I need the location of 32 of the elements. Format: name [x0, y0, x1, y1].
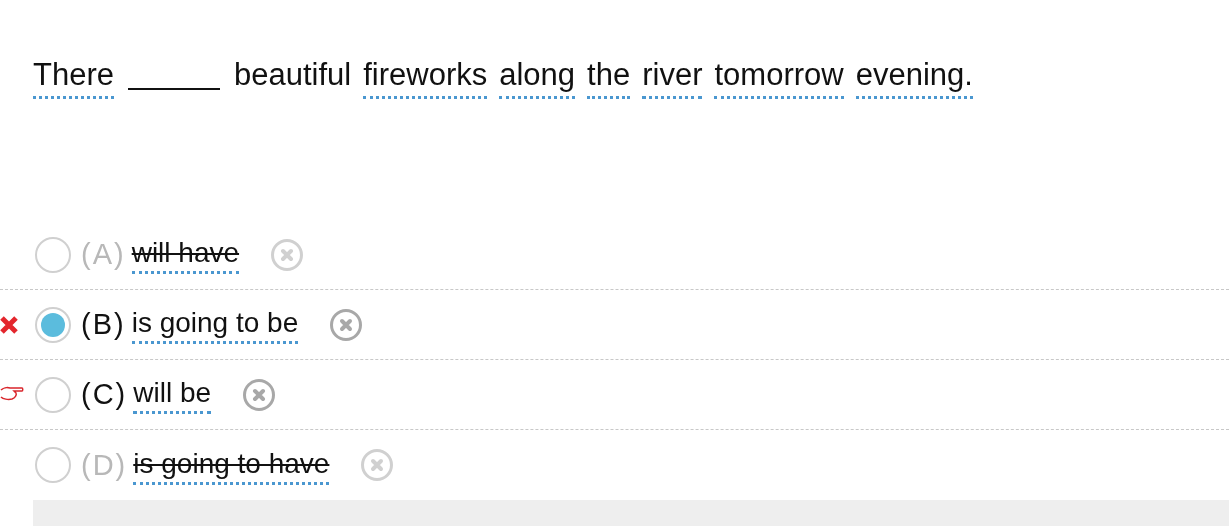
option-text[interactable]: will have	[131, 235, 240, 274]
option-row[interactable]: (D) is going to have	[0, 430, 1229, 500]
sentence-word[interactable]: tomorrow	[714, 56, 844, 99]
radio-button[interactable]	[35, 447, 71, 483]
option-letter: (B)	[81, 308, 126, 341]
radio-button[interactable]	[35, 306, 71, 343]
option-row[interactable]: (B) is going to be	[0, 290, 1229, 360]
radio-button[interactable]	[35, 376, 71, 413]
option-text[interactable]: is going to be	[131, 305, 299, 344]
eliminate-button[interactable]	[243, 378, 276, 411]
close-icon	[280, 247, 295, 262]
option-letter: (A)	[81, 238, 126, 271]
option-text[interactable]: is going to have	[133, 445, 330, 485]
eliminate-button[interactable]	[361, 449, 394, 481]
sentence-word[interactable]: along	[499, 56, 576, 99]
eliminate-button[interactable]	[271, 238, 304, 271]
close-icon	[370, 458, 385, 472]
close-icon	[252, 387, 267, 402]
sentence-word[interactable]: There	[33, 56, 114, 99]
sentence-word[interactable]: evening.	[855, 56, 973, 99]
close-icon	[339, 317, 354, 332]
option-letter: (D)	[81, 448, 128, 482]
sentence-word[interactable]: the	[587, 56, 631, 99]
option-text[interactable]: will be	[133, 375, 212, 414]
sentence-word[interactable]: river	[642, 56, 703, 99]
sentence-word[interactable]: beautiful	[234, 56, 352, 99]
radio-button[interactable]	[35, 236, 71, 273]
eliminate-button[interactable]	[330, 308, 363, 341]
sentence-word[interactable]: fireworks	[363, 56, 488, 99]
option-row[interactable]: (A) will have	[0, 220, 1229, 290]
option-row[interactable]: (C) will be	[0, 360, 1229, 430]
option-letter: (C)	[81, 378, 128, 411]
